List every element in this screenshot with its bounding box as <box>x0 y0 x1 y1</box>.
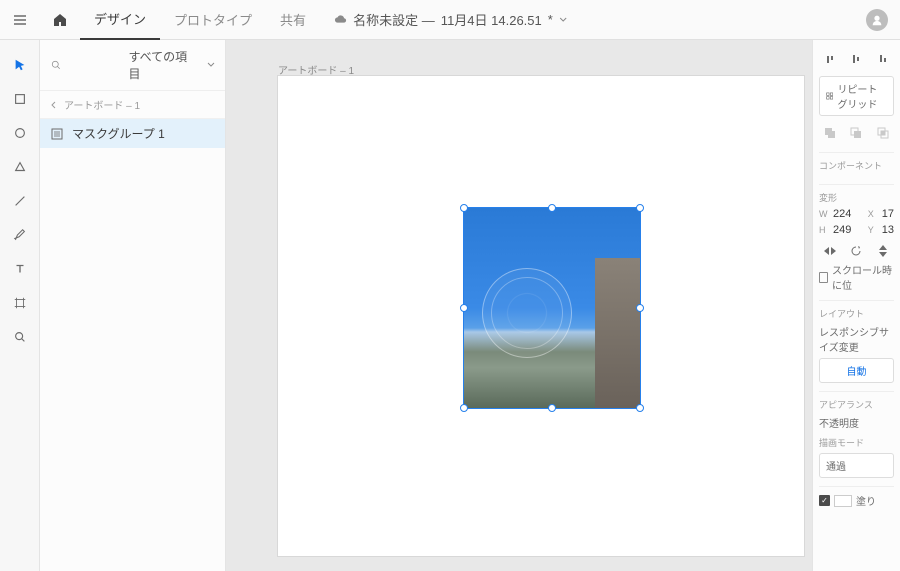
align-row <box>819 48 894 70</box>
tool-polygon[interactable] <box>4 152 36 182</box>
section-label: アピアランス <box>819 398 894 411</box>
repeat-grid-label: リピートグリッド <box>837 81 887 111</box>
document-title[interactable]: 名称未設定 — 11月4日 14.26.51 * <box>333 10 567 29</box>
cloud-icon <box>333 13 347 27</box>
layers-panel: すべての項目 アートボード – 1 マスクグループ 1 <box>40 40 226 571</box>
resize-handle[interactable] <box>460 404 468 412</box>
tool-text[interactable] <box>4 254 36 284</box>
tab-design[interactable]: デザイン <box>80 0 160 40</box>
checkbox-icon <box>819 272 828 283</box>
canvas[interactable]: アートボード – 1 <box>226 40 812 571</box>
tool-pen[interactable] <box>4 220 36 250</box>
section-label: コンポーネント <box>819 159 894 172</box>
height-field[interactable]: H249Y13 <box>819 224 894 236</box>
tool-zoom[interactable] <box>4 322 36 352</box>
layer-label: マスクグループ 1 <box>72 125 165 142</box>
topbar-left: デザイン プロトタイプ 共有 <box>0 0 320 39</box>
layers-breadcrumb[interactable]: アートボード – 1 <box>40 91 225 119</box>
menu-icon[interactable] <box>0 0 40 40</box>
section-layout: レイアウト レスポンシブサイズ変更 自動 <box>819 300 894 383</box>
building-graphic <box>595 258 640 408</box>
blend-mode-label: 描画モード <box>819 436 894 449</box>
flip-vertical-icon[interactable] <box>872 240 894 262</box>
artboard[interactable] <box>278 76 804 556</box>
section-label: 変形 <box>819 191 894 204</box>
section-transform: 変形 W224X17 H249Y13 スクロール時に位 <box>819 184 894 292</box>
scroll-fix-label: スクロール時に位 <box>832 262 894 292</box>
blend-mode-select[interactable]: 通過 <box>819 453 894 478</box>
tool-column <box>0 40 40 571</box>
resize-handle[interactable] <box>460 204 468 212</box>
masked-image <box>464 208 640 408</box>
fill-swatch[interactable] <box>834 495 852 507</box>
repeat-grid-button[interactable]: リピートグリッド <box>819 76 894 116</box>
opacity-label: 不透明度 <box>819 415 894 430</box>
resize-handle[interactable] <box>636 304 644 312</box>
resize-handle[interactable] <box>460 304 468 312</box>
chevron-left-icon <box>50 101 58 109</box>
scroll-fix-checkbox[interactable]: スクロール時に位 <box>819 262 894 292</box>
rotate-icon[interactable] <box>845 240 867 262</box>
chevron-down-icon <box>559 16 567 24</box>
tool-ellipse[interactable] <box>4 118 36 148</box>
align-middle-icon[interactable] <box>845 48 867 70</box>
align-bottom-icon[interactable] <box>872 48 894 70</box>
boolean-ops <box>819 122 894 144</box>
section-component: コンポーネント <box>819 152 894 176</box>
tool-artboard[interactable] <box>4 288 36 318</box>
title-suffix: * <box>548 12 553 27</box>
section-fill: ✓ 塗り <box>819 486 894 508</box>
selected-object[interactable] <box>464 208 640 408</box>
ferris-wheel-graphic <box>482 268 572 358</box>
repeat-grid-icon <box>826 90 833 102</box>
layer-item[interactable]: マスクグループ 1 <box>40 119 225 148</box>
resize-handle[interactable] <box>548 404 556 412</box>
inspector-panel: リピートグリッド コンポーネント 変形 W224X17 H249Y13 スクロー… <box>812 40 900 571</box>
search-icon <box>50 59 121 71</box>
tool-select[interactable] <box>4 50 36 80</box>
layers-filter[interactable]: すべての項目 <box>40 40 225 91</box>
section-label: レイアウト <box>819 307 894 320</box>
resize-handle[interactable] <box>636 204 644 212</box>
title-prefix: 名称未設定 — <box>353 10 435 29</box>
resize-handle[interactable] <box>548 204 556 212</box>
boolean-intersect-icon[interactable] <box>872 122 894 144</box>
topbar-right <box>866 9 900 31</box>
boolean-subtract-icon[interactable] <box>845 122 867 144</box>
flip-row <box>819 240 894 262</box>
main: すべての項目 アートボード – 1 マスクグループ 1 アートボード – 1 <box>0 40 900 571</box>
checkbox-icon: ✓ <box>819 495 830 506</box>
width-field[interactable]: W224X17 <box>819 208 894 220</box>
align-top-icon[interactable] <box>819 48 841 70</box>
tab-share[interactable]: 共有 <box>266 0 320 40</box>
mask-group-icon <box>50 127 64 141</box>
artboard-label[interactable]: アートボード – 1 <box>278 62 354 77</box>
boolean-add-icon[interactable] <box>819 122 841 144</box>
responsive-label: レスポンシブサイズ変更 <box>819 324 894 354</box>
fill-label: 塗り <box>856 493 876 508</box>
tab-prototype[interactable]: プロトタイプ <box>160 0 266 40</box>
home-icon[interactable] <box>40 0 80 40</box>
filter-label: すべての項目 <box>129 48 200 82</box>
breadcrumb-label: アートボード – 1 <box>64 97 140 112</box>
topbar: デザイン プロトタイプ 共有 名称未設定 — 11月4日 14.26.51 * <box>0 0 900 40</box>
fill-row[interactable]: ✓ 塗り <box>819 493 894 508</box>
responsive-auto-button[interactable]: 自動 <box>819 358 894 383</box>
tool-line[interactable] <box>4 186 36 216</box>
chevron-down-icon <box>207 61 215 69</box>
title-date: 11月4日 14.26.51 <box>441 10 542 29</box>
tool-rectangle[interactable] <box>4 84 36 114</box>
section-appearance: アピアランス 不透明度 描画モード 通過 <box>819 391 894 478</box>
resize-handle[interactable] <box>636 404 644 412</box>
flip-horizontal-icon[interactable] <box>819 240 841 262</box>
avatar[interactable] <box>866 9 888 31</box>
